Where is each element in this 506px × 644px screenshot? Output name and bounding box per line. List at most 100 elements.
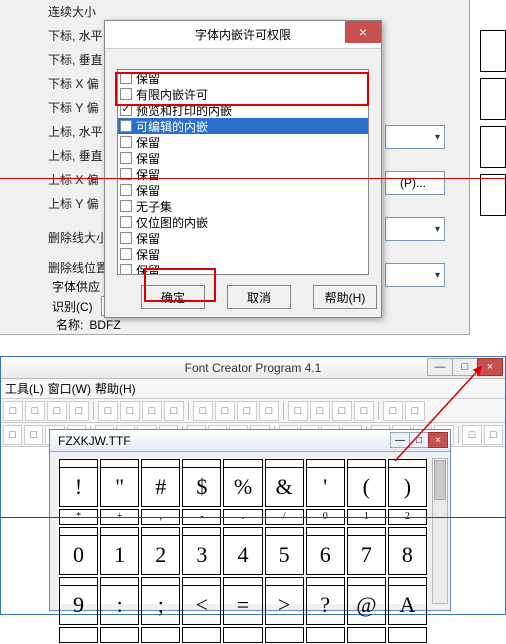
permission-item[interactable]: 保留: [118, 246, 368, 262]
permission-button[interactable]: (P)...: [385, 171, 445, 195]
dialog-titlebar[interactable]: 字体内嵌许可权限 ×: [105, 21, 381, 49]
toolbar-button[interactable]: □: [47, 401, 67, 421]
permission-item-label: 预览和打印的内嵌: [136, 102, 232, 119]
toolbar-button[interactable]: □: [98, 401, 118, 421]
menu-window[interactable]: 窗口(W): [48, 380, 91, 397]
toolbar-button[interactable]: □: [215, 401, 235, 421]
menu-tools[interactable]: 工具(L): [5, 380, 44, 397]
dropdown[interactable]: ▾: [385, 217, 445, 241]
checkbox[interactable]: ✓: [120, 120, 132, 132]
checkbox[interactable]: [120, 232, 132, 244]
permission-item-label: 保留: [136, 166, 160, 183]
toolbar-button[interactable]: □: [25, 401, 45, 421]
menu-help[interactable]: 帮助(H): [95, 380, 136, 397]
checkbox[interactable]: [120, 136, 132, 148]
permission-item[interactable]: ✓ 预览和打印的内嵌: [118, 102, 368, 118]
glyph-cell[interactable]: <: [182, 577, 221, 625]
glyph-cell[interactable]: (: [347, 459, 386, 507]
permission-item[interactable]: 无子集: [118, 198, 368, 214]
permission-listbox[interactable]: 保留有限内嵌许可✓预览和打印的内嵌✓可编辑的内嵌保留保留保留保留无子集仅位图的内…: [117, 69, 369, 275]
glyph-cell[interactable]: [141, 627, 180, 643]
checkbox[interactable]: [120, 264, 132, 275]
glyph-cell[interactable]: 3: [182, 527, 221, 575]
permission-item[interactable]: 保留: [118, 166, 368, 182]
toolbar-button[interactable]: □: [354, 401, 374, 421]
glyph-cell[interactable]: ": [100, 459, 139, 507]
toolbar-button[interactable]: □: [69, 401, 89, 421]
glyph-cell[interactable]: 0: [59, 527, 98, 575]
checkbox[interactable]: [120, 248, 132, 260]
permission-item[interactable]: 保留: [118, 182, 368, 198]
glyph-cell[interactable]: 9: [59, 577, 98, 625]
glyph-cell[interactable]: 6: [306, 527, 345, 575]
permission-item[interactable]: 保留: [118, 230, 368, 246]
toolbar-button[interactable]: □: [3, 401, 23, 421]
toolbar-button[interactable]: □: [120, 401, 140, 421]
help-button[interactable]: 帮助(H): [313, 285, 377, 309]
glyph-cell[interactable]: [182, 627, 221, 643]
name-value: BDFZ: [89, 318, 120, 332]
checkbox[interactable]: [120, 72, 132, 84]
toolbar-button[interactable]: □: [142, 401, 162, 421]
toolbar-button[interactable]: □: [310, 401, 330, 421]
glyph-cell[interactable]: #: [141, 459, 180, 507]
permission-item[interactable]: 保留: [118, 262, 368, 275]
chevron-down-icon: ▾: [435, 270, 440, 281]
checkbox[interactable]: [120, 184, 132, 196]
checkbox[interactable]: [120, 152, 132, 164]
glyph-cell[interactable]: A: [388, 577, 427, 625]
glyph-cell[interactable]: [223, 627, 262, 643]
permission-item-label: 有限内嵌许可: [136, 86, 208, 103]
glyph-cell[interactable]: 7: [347, 527, 386, 575]
scrollbar[interactable]: [432, 458, 448, 604]
glyph-cell[interactable]: ': [306, 459, 345, 507]
glyph-cell[interactable]: 5: [265, 527, 304, 575]
glyph-cell[interactable]: 8: [388, 527, 427, 575]
permission-item[interactable]: 保留: [118, 134, 368, 150]
glyph-cell[interactable]: [265, 627, 304, 643]
permission-item[interactable]: 仅位图的内嵌: [118, 214, 368, 230]
glyph-cell[interactable]: :: [100, 577, 139, 625]
glyph-cell[interactable]: [306, 627, 345, 643]
window-title: Font Creator Program 4.1: [185, 361, 322, 375]
glyph-cell[interactable]: 1: [100, 527, 139, 575]
toolbar-button[interactable]: □: [288, 401, 308, 421]
permission-item[interactable]: 保留: [118, 70, 368, 86]
permission-item[interactable]: 有限内嵌许可: [118, 86, 368, 102]
glyph-cell[interactable]: @: [347, 577, 386, 625]
glyph-cell[interactable]: !: [59, 459, 98, 507]
glyph-cell[interactable]: >: [265, 577, 304, 625]
glyph-cell[interactable]: [388, 627, 427, 643]
checkbox[interactable]: [120, 216, 132, 228]
toolbar-button[interactable]: □: [237, 401, 257, 421]
dialog-close-button[interactable]: ×: [345, 21, 381, 43]
ok-button[interactable]: 确定: [141, 285, 205, 309]
glyph-cell[interactable]: =: [223, 577, 262, 625]
glyph-cell[interactable]: ;: [141, 577, 180, 625]
glyph-cell[interactable]: 2: [141, 527, 180, 575]
toolbar-button[interactable]: □: [24, 425, 43, 445]
toolbar-button[interactable]: □: [332, 401, 352, 421]
glyph-grid[interactable]: !"#$%&'()*+,-./0120123456789:;<=>?@A: [58, 458, 428, 604]
toolbar-button[interactable]: □: [164, 401, 184, 421]
cancel-button[interactable]: 取消: [227, 285, 291, 309]
toolbar-button[interactable]: □: [259, 401, 279, 421]
glyph-cell[interactable]: &: [265, 459, 304, 507]
glyph-cell[interactable]: 4: [223, 527, 262, 575]
toolbar-button[interactable]: □: [193, 401, 213, 421]
glyph-cell[interactable]: [347, 627, 386, 643]
glyph-cell[interactable]: %: [223, 459, 262, 507]
dropdown[interactable]: ▾: [385, 125, 445, 149]
toolbar-button[interactable]: □: [3, 425, 22, 445]
checkbox[interactable]: [120, 88, 132, 100]
glyph-cell[interactable]: $: [182, 459, 221, 507]
dropdown[interactable]: ▾: [385, 263, 445, 287]
glyph-cell[interactable]: [100, 627, 139, 643]
glyph-cell[interactable]: [59, 627, 98, 643]
glyph-cell[interactable]: ?: [306, 577, 345, 625]
permission-item-label: 保留: [136, 246, 160, 263]
permission-item[interactable]: 保留: [118, 150, 368, 166]
checkbox[interactable]: ✓: [120, 104, 132, 116]
checkbox[interactable]: [120, 200, 132, 212]
permission-item[interactable]: ✓可编辑的内嵌: [118, 118, 368, 134]
